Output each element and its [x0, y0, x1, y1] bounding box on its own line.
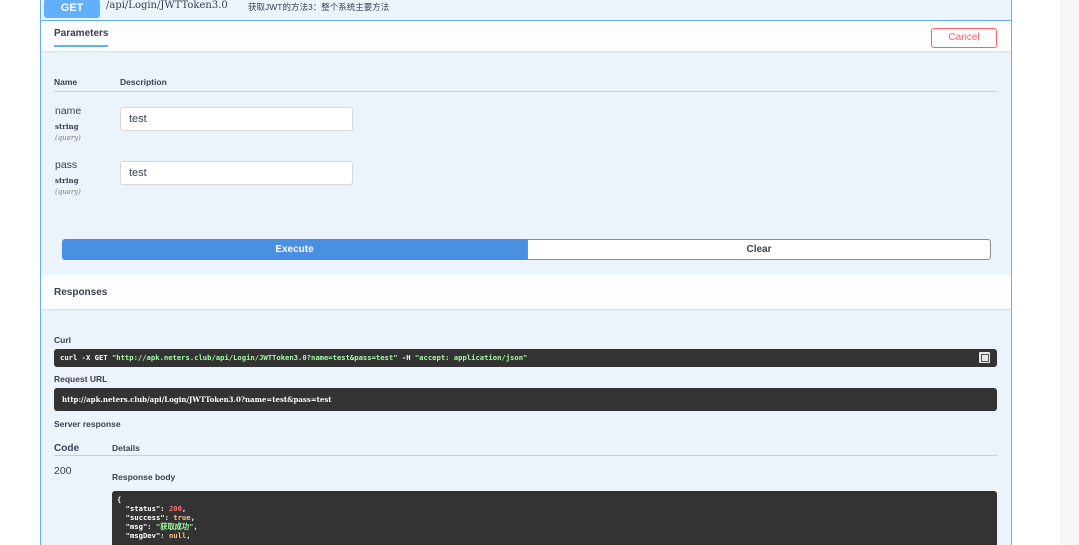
request-url-value[interactable]: http://apk.neters.club/api/Login/JWTToke… [54, 388, 997, 411]
json-line-msgdev: "msgDev": null, [125, 531, 191, 540]
operation-block: GET /api/Login/JWTToken3.0 获取JWT的方法3：整个系… [40, 0, 1012, 545]
json-line-success: "success": true, [125, 513, 195, 522]
endpoint-description: 获取JWT的方法3：整个系统主要方法 [248, 2, 390, 12]
json-line-msg: "msg": "获取成功", [125, 522, 198, 531]
clear-button[interactable]: Clear [527, 239, 991, 260]
code-column-header: Code [54, 443, 79, 454]
param-name-input[interactable]: test [120, 107, 353, 131]
json-open-brace: { [117, 495, 122, 504]
endpoint-path: /api/Login/JWTToken3.0 [106, 0, 228, 11]
request-url-label: Request URL [54, 374, 108, 384]
responses-title: Responses [54, 287, 108, 298]
response-table-divider [54, 455, 997, 456]
curl-url: "http://apk.neters.club/api/Login/JWTTok… [111, 353, 398, 362]
column-header-description: Description [120, 77, 167, 87]
curl-command[interactable]: curl -X GET "http://apk.neters.club/api/… [54, 349, 997, 367]
server-response-label: Server response [54, 419, 121, 429]
tab-parameters[interactable]: Parameters [54, 28, 109, 47]
param-pass-label: pass [55, 159, 78, 171]
curl-flag: -H [397, 353, 415, 362]
cancel-button[interactable]: Cancel [931, 28, 997, 48]
param-pass-location: (query) [55, 188, 81, 196]
http-method-badge: GET [44, 0, 100, 18]
param-name-type: string [55, 122, 79, 131]
page-scrollbar[interactable] [1060, 0, 1079, 545]
execute-button[interactable]: Execute [62, 239, 527, 260]
column-header-name: Name [54, 77, 78, 87]
copy-icon[interactable] [979, 352, 990, 363]
param-name-location: (query) [55, 134, 81, 142]
param-pass-input[interactable]: test [120, 161, 353, 185]
response-body-label: Response body [112, 472, 176, 482]
curl-header: "accept: application/json" [414, 353, 528, 362]
json-line-status: "status": 200, [125, 504, 187, 513]
operation-summary[interactable]: GET /api/Login/JWTToken3.0 获取JWT的方法3：整个系… [41, 0, 1011, 21]
table-divider [54, 91, 997, 92]
response-status-code: 200 [54, 465, 72, 477]
param-name-label: name [55, 105, 82, 117]
curl-label: Curl [54, 335, 71, 345]
details-column-header: Details [112, 443, 140, 453]
response-body[interactable]: { "status": 200, "success": true, "msg":… [112, 491, 997, 545]
parameters-header: Parameters Cancel [41, 21, 1011, 51]
param-pass-type: string [55, 176, 79, 185]
curl-prefix: curl -X GET [60, 353, 112, 362]
responses-header: Responses [41, 275, 1011, 309]
